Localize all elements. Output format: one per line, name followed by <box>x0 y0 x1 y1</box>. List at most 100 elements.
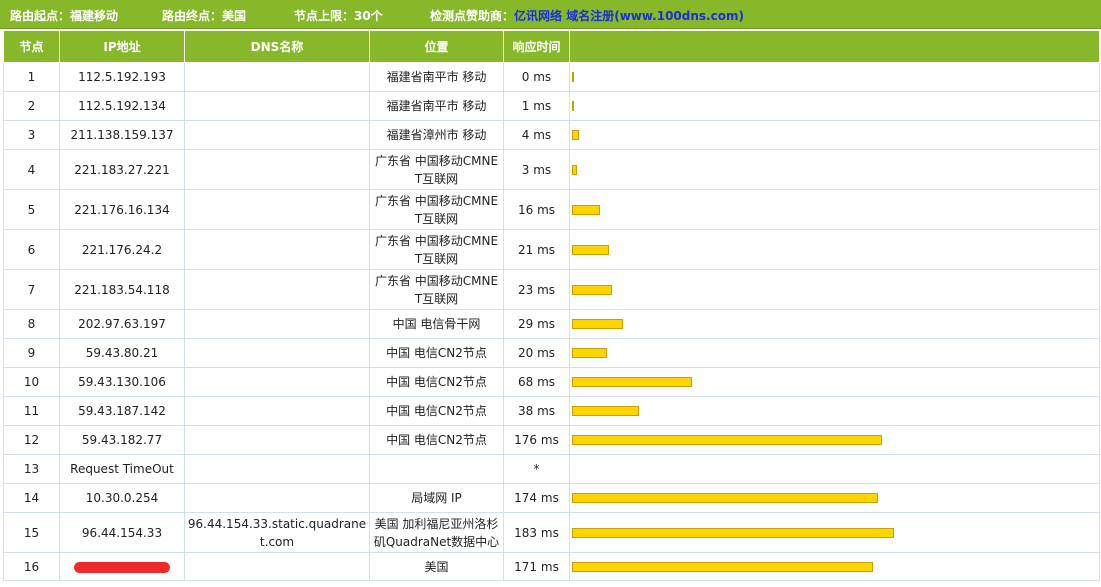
table-row: 4 221.183.27.221 广东省 中国移动CMNET互联网 3 ms <box>3 149 1100 190</box>
latency-bar-cell <box>569 149 1100 190</box>
node-limit-label: 节点上限：30个 <box>294 9 383 23</box>
latency-bar-cell <box>569 367 1100 397</box>
latency-bar <box>572 101 574 111</box>
dns-cell <box>184 62 370 92</box>
node-cell: 4 <box>3 149 60 190</box>
node-cell: 2 <box>3 91 60 121</box>
location-cell: 中国 电信骨干网 <box>369 309 504 339</box>
latency-bar <box>572 164 577 175</box>
location-cell: 局域网 IP <box>369 483 504 513</box>
dns-cell: 96.44.154.33.static.quadranet.com <box>184 512 370 553</box>
latency-bar-cell <box>569 62 1100 92</box>
route-end-label: 路由终点：美国 <box>162 9 247 23</box>
column-header-node: 节点 <box>3 30 60 63</box>
node-cell: 12 <box>3 425 60 455</box>
latency-bar-cell <box>569 269 1100 310</box>
dns-cell <box>184 91 370 121</box>
location-cell: 广东省 中国移动CMNET互联网 <box>369 149 504 190</box>
node-cell: 16 <box>3 552 60 581</box>
response-time-cell: 20 ms <box>503 338 570 368</box>
latency-bar-cell <box>569 454 1100 484</box>
response-time-cell: 21 ms <box>503 229 570 270</box>
column-header-location: 位置 <box>369 30 504 63</box>
latency-bar <box>572 204 600 215</box>
location-cell: 广东省 中国移动CMNET互联网 <box>369 189 504 230</box>
ip-cell: 202.97.63.197 <box>59 309 185 339</box>
latency-bar <box>572 561 873 572</box>
table-row: 15 96.44.154.33 96.44.154.33.static.quadra… <box>3 512 1100 553</box>
dns-cell <box>184 338 370 368</box>
response-time-cell: 23 ms <box>503 269 570 310</box>
response-time-cell: 183 ms <box>503 512 570 553</box>
ip-cell: 221.176.16.134 <box>59 189 185 230</box>
latency-bar <box>572 406 639 416</box>
route-info-bar: 路由起点：福建移动 路由终点：美国 节点上限：30个 检测点赞助商：亿讯网络 域… <box>0 0 1101 29</box>
latency-bar <box>572 493 878 503</box>
table-header-row: 节点 IP地址 DNS名称 位置 响应时间 <box>3 30 1100 63</box>
table-row: 13 Request TimeOut * <box>3 454 1100 484</box>
table-row: 14 10.30.0.254 局域网 IP 174 ms <box>3 483 1100 513</box>
node-cell: 13 <box>3 454 60 484</box>
latency-bar-cell <box>569 120 1100 150</box>
node-cell: 10 <box>3 367 60 397</box>
sponsor-info: 检测点赞助商：亿讯网络 域名注册(www.100dns.com) <box>430 7 744 24</box>
table-row: 11 59.43.187.142 中国 电信CN2节点 38 ms <box>3 396 1100 426</box>
latency-bar <box>572 377 692 387</box>
latency-bar-cell <box>569 338 1100 368</box>
redacted-ip-mark <box>74 561 170 573</box>
sponsor-link[interactable]: 亿讯网络 域名注册 <box>514 9 614 23</box>
route-start-label: 路由起点：福建移动 <box>10 9 119 23</box>
location-cell: 福建省南平市 移动 <box>369 62 504 92</box>
response-time-cell: 1 ms <box>503 91 570 121</box>
sponsor-url-link[interactable]: (www.100dns.com) <box>614 9 744 23</box>
ip-cell: 10.30.0.254 <box>59 483 185 513</box>
response-time-cell: 3 ms <box>503 149 570 190</box>
location-cell: 中国 电信CN2节点 <box>369 425 504 455</box>
dns-cell <box>184 269 370 310</box>
dns-cell <box>184 367 370 397</box>
latency-bar-cell <box>569 425 1100 455</box>
response-time-cell: 176 ms <box>503 425 570 455</box>
table-row: 1 112.5.192.193 福建省南平市 移动 0 ms <box>3 62 1100 92</box>
ip-cell: 59.43.130.106 <box>59 367 185 397</box>
ip-cell: 112.5.192.134 <box>59 91 185 121</box>
latency-bar-cell <box>569 396 1100 426</box>
response-time-cell: 174 ms <box>503 483 570 513</box>
response-time-cell: * <box>503 454 570 484</box>
response-time-cell: 4 ms <box>503 120 570 150</box>
dns-cell <box>184 396 370 426</box>
node-cell: 14 <box>3 483 60 513</box>
column-header-dns: DNS名称 <box>184 30 370 63</box>
location-cell: 中国 电信CN2节点 <box>369 396 504 426</box>
ip-cell: 221.176.24.2 <box>59 229 185 270</box>
table-row: 2 112.5.192.134 福建省南平市 移动 1 ms <box>3 91 1100 121</box>
table-row: 7 221.183.54.118 广东省 中国移动CMNET互联网 23 ms <box>3 269 1100 310</box>
table-row: 8 202.97.63.197 中国 电信骨干网 29 ms <box>3 309 1100 339</box>
column-header-ip: IP地址 <box>59 30 185 63</box>
dns-cell <box>184 483 370 513</box>
table-row: 9 59.43.80.21 中国 电信CN2节点 20 ms <box>3 338 1100 368</box>
latency-bar <box>572 72 574 82</box>
latency-bar-cell <box>569 483 1100 513</box>
dns-cell <box>184 552 370 581</box>
table-row: 6 221.176.24.2 广东省 中国移动CMNET互联网 21 ms <box>3 229 1100 270</box>
response-time-cell: 68 ms <box>503 367 570 397</box>
response-time-cell: 0 ms <box>503 62 570 92</box>
node-cell: 11 <box>3 396 60 426</box>
latency-bar <box>572 284 612 295</box>
location-cell: 广东省 中国移动CMNET互联网 <box>369 229 504 270</box>
node-cell: 8 <box>3 309 60 339</box>
location-cell: 美国 <box>369 552 504 581</box>
dns-cell <box>184 309 370 339</box>
response-time-cell: 171 ms <box>503 552 570 581</box>
table-row: 5 221.176.16.134 广东省 中国移动CMNET互联网 16 ms <box>3 189 1100 230</box>
table-row: 16 美国 171 ms <box>3 552 1100 581</box>
traceroute-table: 节点 IP地址 DNS名称 位置 响应时间 1 112.5.192.193 福建省南… <box>3 30 1100 581</box>
ip-cell: 211.138.159.137 <box>59 120 185 150</box>
dns-cell <box>184 120 370 150</box>
latency-bar-cell <box>569 512 1100 553</box>
ip-cell: 221.183.27.221 <box>59 149 185 190</box>
dns-cell <box>184 189 370 230</box>
table-row: 10 59.43.130.106 中国 电信CN2节点 68 ms <box>3 367 1100 397</box>
column-header-bar <box>569 30 1100 63</box>
